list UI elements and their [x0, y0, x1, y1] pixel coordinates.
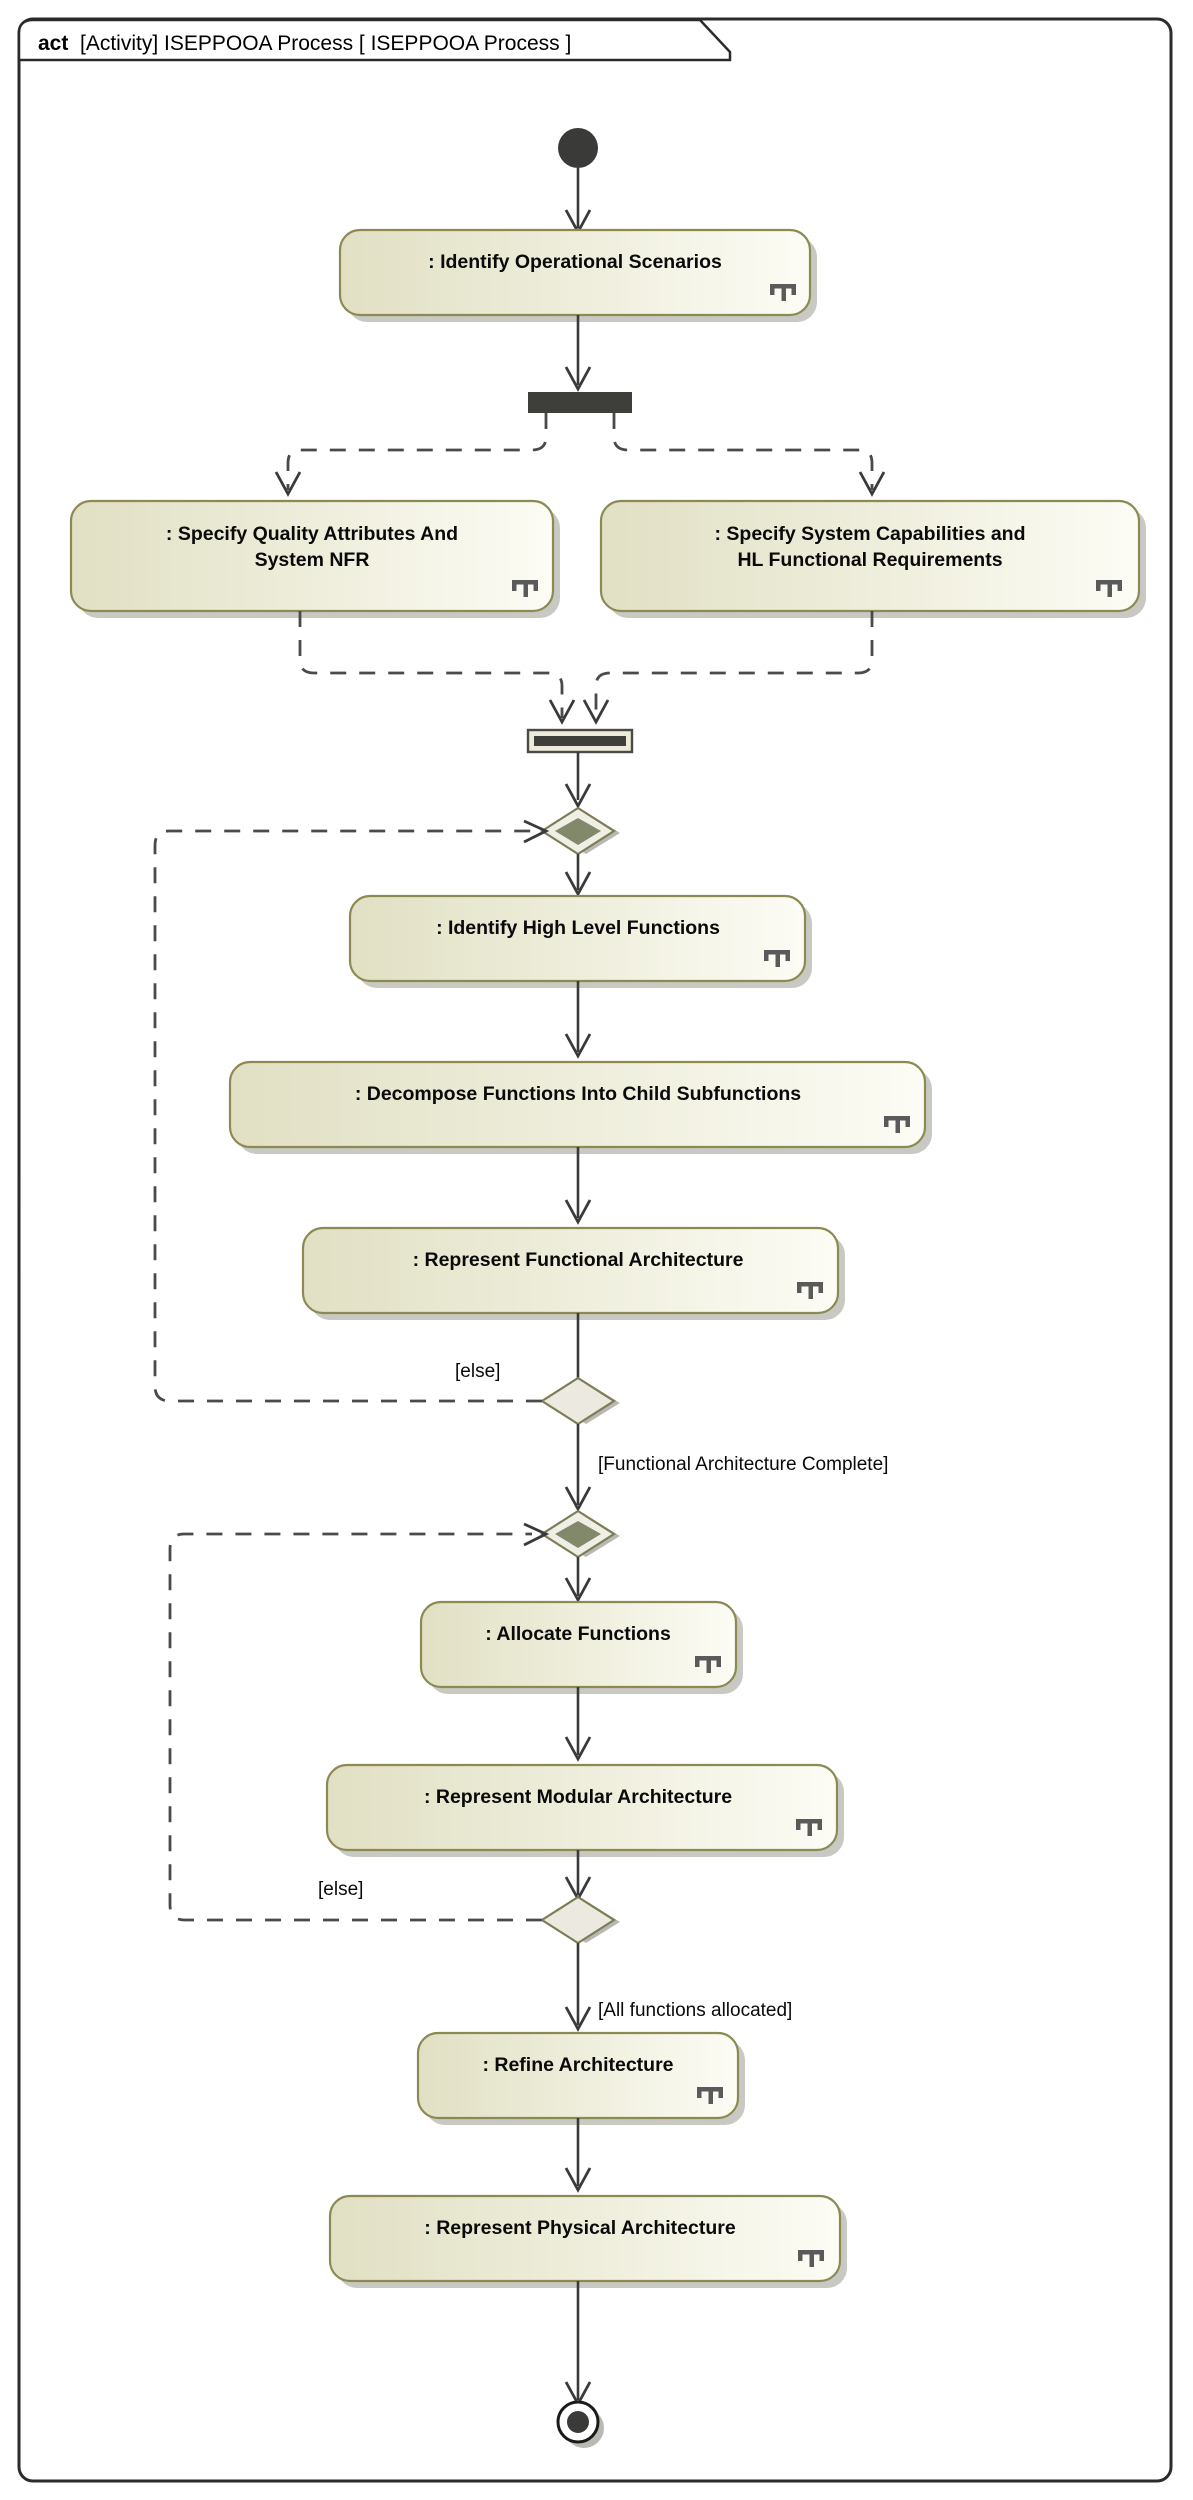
- edge-join-to-merge1: [564, 752, 592, 809]
- action-allocate-functions[interactable]: : Allocate Functions: [419, 1600, 743, 1694]
- action-label-line-2: System NFR: [255, 549, 370, 571]
- edge-identify-scenarios-to-fork: [564, 315, 592, 392]
- guard-label-all-allocated: [All functions allocated]: [598, 2000, 792, 2021]
- join-node[interactable]: [526, 728, 634, 754]
- activity-final-node[interactable]: [556, 2400, 604, 2448]
- edge-decompose-to-represent-functional: [564, 1147, 592, 1225]
- action-label: : Identify Operational Scenarios: [428, 251, 722, 273]
- action-label: : Refine Architecture: [482, 2054, 673, 2076]
- edge-branches-to-join: [298, 611, 874, 725]
- action-label-line-1: : Specify System Capabilities and: [714, 523, 1025, 545]
- edge-decision1-to-merge2: [Functional Architecture Complete]: [564, 1424, 888, 1512]
- decision-body: [539, 1895, 617, 1945]
- action-represent-functional-architecture[interactable]: : Represent Functional Architecture: [301, 1226, 845, 1320]
- action-represent-physical-architecture[interactable]: : Represent Physical Architecture: [328, 2194, 847, 2288]
- decision-node-all-allocated[interactable]: [539, 1895, 620, 1945]
- action-label: : Represent Functional Architecture: [413, 1249, 744, 1271]
- action-label: : Allocate Functions: [485, 1623, 671, 1645]
- final-inner-dot: [567, 2411, 589, 2433]
- edge-decision2-to-refine: [All functions allocated]: [564, 1943, 792, 2032]
- frame-keyword: act: [38, 32, 68, 55]
- action-specify-system-capabilities[interactable]: : Specify System Capabilities and HL Fun…: [599, 499, 1146, 618]
- action-label: : Identify High Level Functions: [436, 917, 720, 939]
- action-label: : Represent Physical Architecture: [424, 2217, 736, 2239]
- action-label: : Decompose Functions Into Child Subfunc…: [355, 1083, 801, 1105]
- initial-node-circle: [558, 128, 598, 168]
- edge-represent-physical-to-final: [564, 2281, 592, 2407]
- frame-title-text: [Activity] ISEPPOOA Process [ ISEPPOOA P…: [80, 32, 571, 55]
- action-identify-operational-scenarios[interactable]: : Identify Operational Scenarios: [338, 228, 817, 322]
- action-specify-quality-attributes[interactable]: : Specify Quality Attributes And System …: [69, 499, 560, 618]
- action-label-line-1: : Specify Quality Attributes And: [166, 523, 458, 545]
- action-decompose-functions[interactable]: : Decompose Functions Into Child Subfunc…: [228, 1060, 932, 1154]
- edge-represent-modular-to-decision2: [564, 1850, 592, 1902]
- guard-label-functional-complete: [Functional Architecture Complete]: [598, 1454, 888, 1475]
- edge-initial-to-identify-scenarios: [564, 168, 592, 235]
- merge-node-allocation-loop[interactable]: [539, 1509, 620, 1559]
- initial-node[interactable]: [558, 128, 598, 168]
- edge-merge1-to-identify-functions: [564, 854, 592, 897]
- action-label-line-2: HL Functional Requirements: [737, 549, 1002, 571]
- action-refine-architecture[interactable]: : Refine Architecture: [416, 2031, 745, 2125]
- activity-diagram-canvas: act [Activity] ISEPPOOA Process [ ISEPPO…: [0, 0, 1193, 2500]
- guard-label-else-allocation: [else]: [318, 1879, 363, 1900]
- action-represent-modular-architecture[interactable]: : Represent Modular Architecture: [325, 1763, 844, 1857]
- action-label: : Represent Modular Architecture: [424, 1786, 732, 1808]
- decision-body: [539, 1376, 617, 1426]
- edge-refine-to-represent-physical: [564, 2118, 592, 2193]
- edge-allocate-to-represent-modular: [564, 1687, 592, 1762]
- merge-node-functional-loop[interactable]: [539, 806, 620, 856]
- edge-identify-functions-to-decompose: [564, 981, 592, 1059]
- fork-node[interactable]: [528, 392, 632, 413]
- action-identify-high-level-functions[interactable]: : Identify High Level Functions: [348, 894, 812, 988]
- edge-fork-to-branches: [274, 413, 886, 497]
- guard-label-else-functional: [else]: [455, 1361, 500, 1382]
- join-bar-inner: [534, 736, 626, 746]
- edge-merge2-to-allocate-functions: [564, 1557, 592, 1603]
- decision-node-functional-complete[interactable]: [539, 1376, 620, 1426]
- fork-bar: [528, 392, 632, 413]
- edge-decision2-else-loopback: [else]: [168, 1522, 550, 1922]
